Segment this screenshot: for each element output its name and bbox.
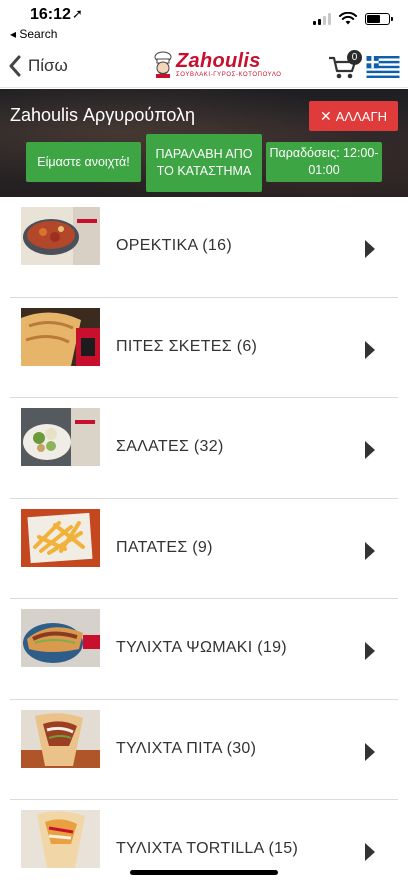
category-row-plain-pitas[interactable]: ΠΙΤΕΣ ΣΚΕΤΕΣ (6) — [10, 298, 398, 398]
cellular-signal-icon — [313, 12, 331, 25]
location-arrow-icon: ➚ — [72, 6, 83, 21]
chevron-left-icon — [9, 55, 21, 77]
category-row-pita-wraps[interactable]: ΤΥΛΙΧΤΑ ΠΙΤΑ (30) — [10, 700, 398, 800]
change-store-button[interactable]: ✕ ΑΛΛΑΓΗ — [309, 101, 398, 131]
category-row-appetizers[interactable]: ΟΡΕΚΤΙΚΑ (16) — [10, 197, 398, 298]
chevron-right-icon — [365, 240, 375, 258]
chef-mascot-icon — [154, 51, 172, 78]
chevron-right-icon — [365, 742, 375, 761]
nav-bar: Πίσω Zahoulis ΣΟΥΒΛΑΚΙ-ΓΥΡΟΣ-ΚΟΤΟΠΟΥΛΟ 0 — [0, 44, 408, 88]
category-count: (15) — [268, 840, 299, 857]
change-store-label: ΑΛΛΑΓΗ — [335, 108, 387, 124]
category-count: (9) — [192, 538, 213, 556]
wifi-icon — [339, 12, 357, 25]
category-thumbnail — [21, 508, 100, 567]
category-count: (32) — [193, 438, 224, 455]
status-time: 16:12 — [30, 6, 71, 23]
category-thumbnail — [21, 307, 100, 366]
category-name: ΠΙΤΕΣ ΣΚΕΤΕΣ — [116, 337, 232, 355]
battery-icon — [365, 12, 393, 25]
logo-wordmark: Zahoulis — [176, 49, 261, 72]
category-count: (19) — [257, 639, 287, 656]
cart-count-badge: 0 — [347, 50, 362, 65]
category-row-salads[interactable]: ΣΑΛΑΤΕΣ (32) — [10, 398, 398, 499]
store-name: Zahoulis Αργυρούπολη — [10, 105, 196, 125]
category-name: ΤΥΛΙΧΤΑ TORTILLA — [116, 840, 264, 857]
category-name: ΣΑΛΑΤΕΣ — [116, 438, 190, 455]
category-thumbnail — [21, 810, 100, 868]
chevron-right-icon — [365, 642, 375, 660]
category-count: (30) — [226, 739, 257, 757]
brand-logo: Zahoulis ΣΟΥΒΛΑΚΙ-ΓΥΡΟΣ-ΚΟΤΟΠΟΥΛΟ — [152, 50, 282, 78]
pickup-option-button[interactable]: ΠΑΡΑΛΑΒΗ ΑΠΟ ΤΟ ΚΑΤΑΣΤΗΜΑ — [146, 134, 262, 192]
category-thumbnail — [21, 609, 100, 667]
back-label: Πίσω — [28, 56, 68, 75]
category-name: ΤΥΛΙΧΤΑ ΠΙΤΑ — [116, 739, 222, 757]
category-thumbnail — [21, 207, 100, 265]
category-name: ΠΑΤΑΤΕΣ — [116, 538, 188, 556]
category-thumbnail — [21, 408, 100, 466]
chevron-right-icon — [365, 843, 375, 861]
status-indicators — [313, 12, 393, 25]
greek-flag-language-icon[interactable] — [366, 56, 400, 78]
category-row-bread-wraps[interactable]: ΤΥΛΙΧΤΑ ΨΩΜΑΚΙ (19) — [10, 599, 398, 700]
category-count: (16) — [202, 237, 232, 254]
chevron-right-icon — [365, 541, 375, 560]
logo-tagline: ΣΟΥΒΛΑΚΙ-ΓΥΡΟΣ-ΚΟΤΟΠΟΥΛΟ — [176, 71, 282, 78]
category-count: (6) — [236, 337, 258, 355]
back-to-app-link[interactable]: ◂ Search — [10, 27, 57, 41]
home-indicator[interactable] — [130, 870, 278, 875]
back-button[interactable]: Πίσω — [8, 52, 68, 80]
chevron-right-icon — [365, 441, 375, 459]
status-bar: 16:12 ➚ ◂ Search — [0, 0, 408, 44]
category-row-fries[interactable]: ΠΑΤΑΤΕΣ (9) — [10, 499, 398, 599]
close-icon: ✕ — [320, 107, 332, 124]
delivery-hours-badge: Παραδόσεις: 12:00-01:00 — [266, 142, 382, 182]
chevron-right-icon — [365, 340, 375, 359]
category-name: ΟΡΕΚΤΙΚΑ — [116, 237, 198, 254]
open-status-badge: Είμαστε ανοιχτά! — [26, 142, 141, 182]
category-thumbnail — [21, 709, 100, 768]
category-name: ΤΥΛΙΧΤΑ ΨΩΜΑΚΙ — [116, 639, 253, 656]
category-list: ΟΡΕΚΤΙΚΑ (16) ΠΙΤΕΣ ΣΚΕΤΕΣ (6) ΣΑΛΑΤΕΣ (… — [10, 197, 398, 883]
